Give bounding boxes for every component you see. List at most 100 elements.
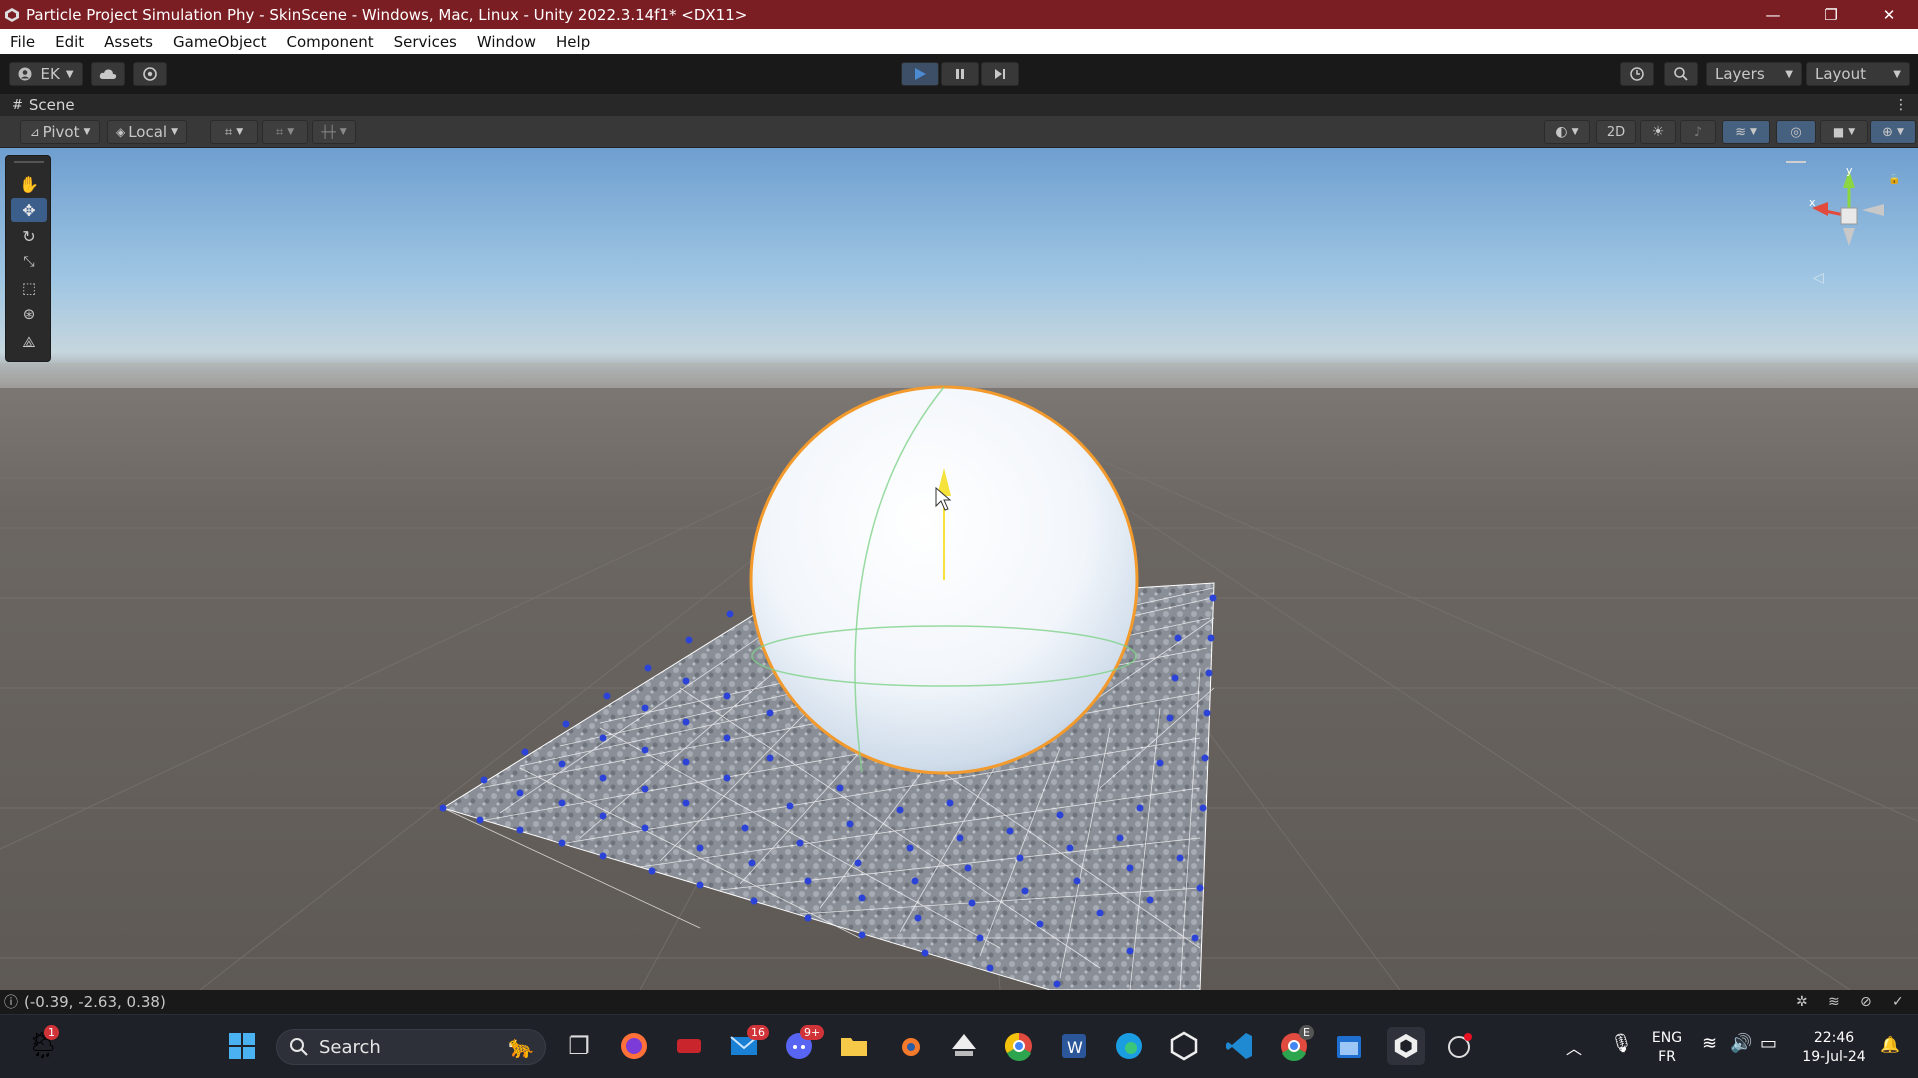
microphone-icon[interactable]: 🎙 (1610, 1033, 1633, 1054)
gizmo-x-label: x (1809, 196, 1816, 209)
gizmos-dropdown[interactable]: ⊕ ▼ (1870, 120, 1916, 144)
chevron-down-icon: ▼ (1749, 127, 1757, 137)
grid-snap-dropdown[interactable]: ⌗ ▼ (210, 120, 258, 144)
file-explorer-app[interactable] (837, 1029, 871, 1063)
chevron-down-icon: ▼ (287, 127, 295, 137)
layers-dropdown[interactable]: Layers ▼ (1706, 62, 1802, 86)
rotate-tool-button[interactable]: ↻ (11, 224, 47, 248)
language-indicator[interactable]: ENG FR (1650, 1029, 1684, 1067)
pivot-icon: ⊿ (29, 125, 40, 139)
custom-tool-button[interactable]: ⟁ (11, 330, 47, 354)
account-dropdown[interactable]: EK ▼ (9, 62, 83, 86)
menu-assets[interactable]: Assets (94, 33, 163, 51)
volume-icon[interactable]: 🔊 (1730, 1033, 1752, 1054)
unity-hub-app[interactable] (1167, 1029, 1201, 1063)
pivot-dropdown[interactable]: ⊿ Pivot ▼ (20, 120, 100, 144)
unity-icon (1394, 1033, 1418, 1059)
weather-widget[interactable]: 🌦 1 (26, 1025, 60, 1063)
chrome-profile-app[interactable]: E (1277, 1025, 1314, 1063)
mail-badge: 16 (747, 1025, 769, 1040)
search-icon (290, 1038, 308, 1056)
layers-label: Layers (1715, 65, 1765, 83)
chrome-icon (1004, 1032, 1032, 1061)
pause-button[interactable] (941, 62, 979, 86)
task-view-button[interactable]: ❐ (562, 1029, 596, 1063)
overlay-drag-handle[interactable] (14, 161, 44, 163)
check-circle-icon[interactable]: ✓ (1892, 994, 1904, 1010)
layout-dropdown[interactable]: Layout ▼ (1806, 62, 1910, 86)
menu-file[interactable]: File (0, 33, 45, 51)
snap-increment-dropdown[interactable]: ⌗ ▼ (262, 120, 308, 144)
chevron-down-icon: ▼ (65, 68, 74, 80)
firefox-app[interactable] (617, 1029, 651, 1063)
local-dropdown[interactable]: ◈ Local ▼ (107, 120, 187, 144)
debug-icon[interactable]: ✲ (1796, 994, 1808, 1010)
undo-history-button[interactable] (1620, 62, 1654, 86)
close-button[interactable]: ✕ (1860, 0, 1918, 29)
layers-stack-icon[interactable]: ≋ (1828, 994, 1840, 1010)
inkscape-app[interactable] (947, 1029, 981, 1063)
clock[interactable]: 22:46 19-Jul-24 (1796, 1029, 1872, 1067)
language-line2: FR (1658, 1049, 1676, 1065)
no-sync-icon[interactable]: ⊘ (1860, 994, 1872, 1010)
start-button[interactable] (225, 1029, 259, 1063)
recorder-app[interactable] (1442, 1029, 1476, 1063)
discord-app[interactable]: 9+ (782, 1025, 825, 1063)
notification-bell-icon[interactable]: 🔔 (1880, 1035, 1900, 1054)
step-icon (995, 69, 1005, 79)
camera-icon: ■ (1832, 125, 1845, 139)
rect-tool-button[interactable]: ⬚ (11, 276, 47, 300)
show-hidden-icons-chevron-icon[interactable]: ︿ (1566, 1035, 1582, 1059)
minimize-button[interactable]: — (1744, 0, 1802, 29)
camera-dropdown[interactable]: ■ ▼ (1820, 120, 1868, 144)
menu-edit[interactable]: Edit (45, 33, 94, 51)
window-controls: — ❐ ✕ (1744, 0, 1918, 29)
audio-toggle[interactable]: ♪ (1680, 120, 1716, 144)
tab-scene[interactable]: Scene (29, 96, 75, 114)
edge-app[interactable] (1112, 1029, 1146, 1063)
hand-tool-button[interactable]: ✋ (11, 172, 47, 196)
wifi-icon[interactable]: ≋ (1702, 1033, 1717, 1054)
blender-app[interactable] (892, 1029, 926, 1063)
toggle-2d-button[interactable]: 2D (1596, 120, 1636, 144)
shading-mode-dropdown[interactable]: ◐ ▼ (1544, 120, 1590, 144)
main-toolbar: EK ▼ Layers ▼ Layout ▼ (0, 54, 1918, 94)
chrome-app[interactable] (1002, 1029, 1036, 1063)
game-app[interactable] (672, 1029, 706, 1063)
menu-window[interactable]: Window (467, 33, 546, 51)
calendar-app[interactable] (1332, 1029, 1366, 1063)
step-button[interactable] (981, 62, 1019, 86)
play-button[interactable] (901, 62, 939, 86)
menu-services[interactable]: Services (384, 33, 467, 51)
scale-tool-button[interactable]: ⤡ (11, 250, 47, 274)
more-options-icon[interactable]: ⋮ (1894, 97, 1908, 113)
lock-icon[interactable]: 🔒 (1888, 173, 1900, 185)
word-app[interactable]: W (1057, 1029, 1091, 1063)
scene-viewport[interactable]: x y ◁ 🔒 ✋ ✥ ↻ ⤡ ⬚ ⊛ ⟁ (0, 148, 1918, 990)
lighting-toggle[interactable]: ☀ (1640, 120, 1676, 144)
grid-snap-icon: ⌗ (224, 124, 233, 140)
move-tool-button[interactable]: ✥ (11, 198, 47, 222)
menu-bar: File Edit Assets GameObject Component Se… (0, 29, 1918, 54)
account-label: EK (40, 65, 60, 83)
unity-editor-app[interactable] (1387, 1027, 1425, 1065)
taskbar-search-input[interactable]: Search 🐆 (276, 1029, 546, 1065)
menu-help[interactable]: Help (546, 33, 600, 51)
collab-button[interactable] (133, 62, 167, 86)
gizmo-y-label: y (1846, 164, 1853, 177)
cloud-button[interactable] (91, 62, 125, 86)
effects-dropdown[interactable]: ≋ ▼ (1722, 120, 1770, 144)
search-button[interactable] (1664, 62, 1698, 86)
sphere-object[interactable] (749, 385, 1139, 775)
increment-snap-dropdown[interactable]: ┼┼ ▼ (312, 120, 356, 144)
menu-component[interactable]: Component (277, 33, 384, 51)
hidden-objects-toggle[interactable]: ◎ (1776, 120, 1816, 144)
status-bar: ⓘ (-0.39, -2.63, 0.38) ✲ ≋ ⊘ ✓ (0, 990, 1918, 1014)
restore-button[interactable]: ❐ (1802, 0, 1860, 29)
battery-icon[interactable]: ▭ (1760, 1033, 1777, 1054)
menu-gameobject[interactable]: GameObject (163, 33, 277, 51)
vscode-app[interactable] (1222, 1029, 1256, 1063)
windows-logo-icon (229, 1033, 255, 1059)
transform-tool-button[interactable]: ⊛ (11, 302, 47, 326)
mail-app[interactable]: 16 (727, 1025, 769, 1063)
